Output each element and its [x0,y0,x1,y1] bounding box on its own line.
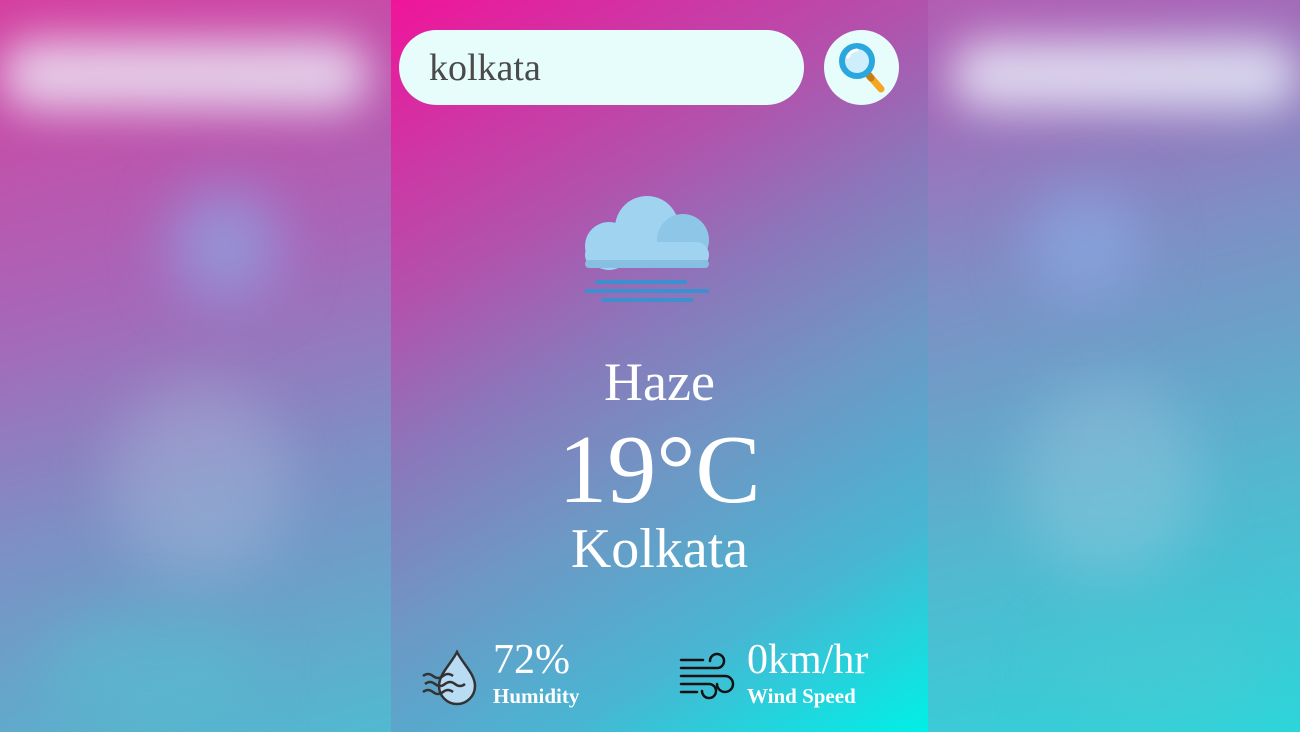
wind-speed-value: 0km/hr [747,637,869,683]
wind-speed-label: Wind Speed [747,684,856,708]
weather-card: Haze 19°C Kolkata 72% Humidity 0km/hr Wi… [391,0,928,732]
humidity-label: Humidity [493,684,580,708]
temperature: 19°C [558,416,761,524]
city-search-input[interactable] [399,30,804,105]
weather-icon [581,190,716,315]
search-icon [838,42,884,92]
weather-condition: Haze [604,352,715,412]
wind-detail: 0km/hr Wind Speed [679,636,868,708]
wind-icon [679,652,735,700]
city-name: Kolkata [570,518,749,580]
humidity-value: 72% [493,637,570,683]
search-button[interactable] [824,30,899,105]
haze-cloud-icon [585,196,709,302]
humidity-icon [422,649,477,706]
humidity-detail: 72% Humidity [421,636,579,708]
